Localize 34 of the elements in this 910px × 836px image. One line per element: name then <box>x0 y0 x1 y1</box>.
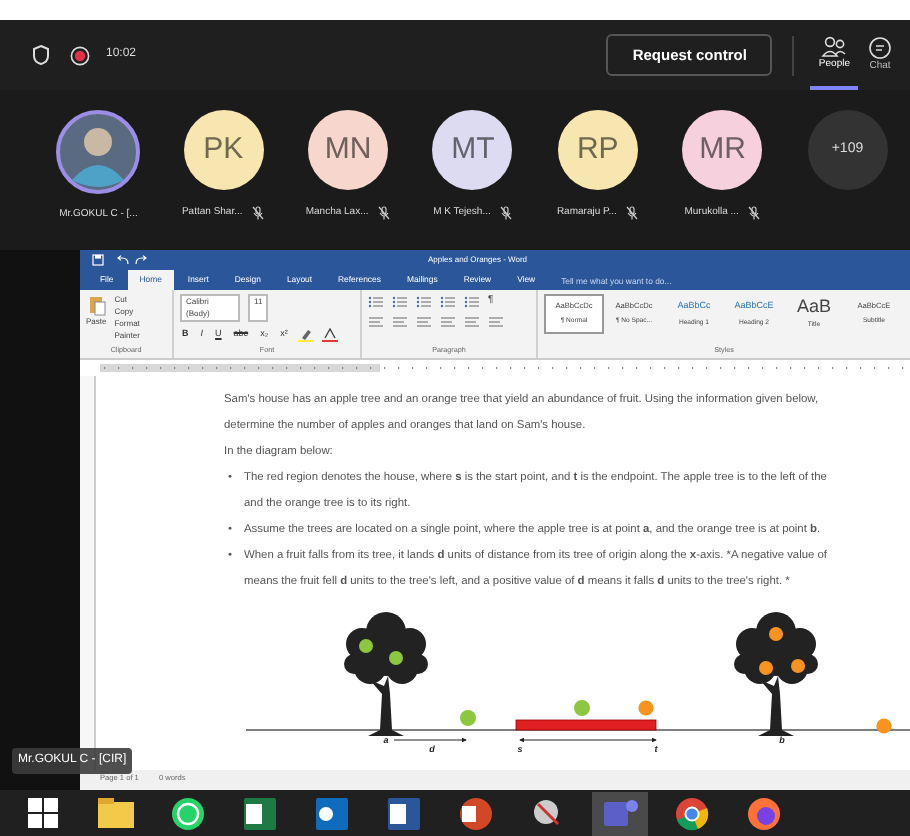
house-region <box>515 719 657 731</box>
apple-icon <box>460 710 476 726</box>
distance-arrow <box>393 737 467 743</box>
list-format-icon <box>415 295 432 308</box>
tree-drawing <box>344 612 428 736</box>
align-icon <box>439 315 456 327</box>
font-color-icon <box>321 328 338 342</box>
people-icon <box>820 33 849 58</box>
align-icon <box>391 315 408 327</box>
chat-icon <box>866 35 894 60</box>
avatar: MT <box>432 110 513 190</box>
tree-drawing <box>734 612 818 736</box>
avatar: RP <box>557 110 638 190</box>
list-format-icon <box>463 295 480 308</box>
house-span-arrow <box>519 737 657 743</box>
align-icon <box>367 315 384 327</box>
align-icon <box>415 315 432 327</box>
apple-icon <box>574 700 590 716</box>
avatar-silhouette <box>56 110 141 194</box>
citrus-fruit-icon <box>876 718 892 734</box>
undo-icon <box>116 253 132 265</box>
align-icon <box>487 315 504 327</box>
list-format-icon <box>391 295 408 308</box>
redo-icon <box>132 253 148 265</box>
highlight-color-icon <box>297 328 314 342</box>
avatar: MN <box>308 110 389 190</box>
save-icon <box>92 253 104 265</box>
avatar: PK <box>183 110 264 190</box>
list-format-icon <box>439 295 456 308</box>
list-format-icon <box>367 295 384 308</box>
shield-icon <box>32 44 50 66</box>
citrus-fruit-icon <box>638 700 654 716</box>
avatar: MR <box>682 110 763 190</box>
align-icon <box>463 315 480 327</box>
